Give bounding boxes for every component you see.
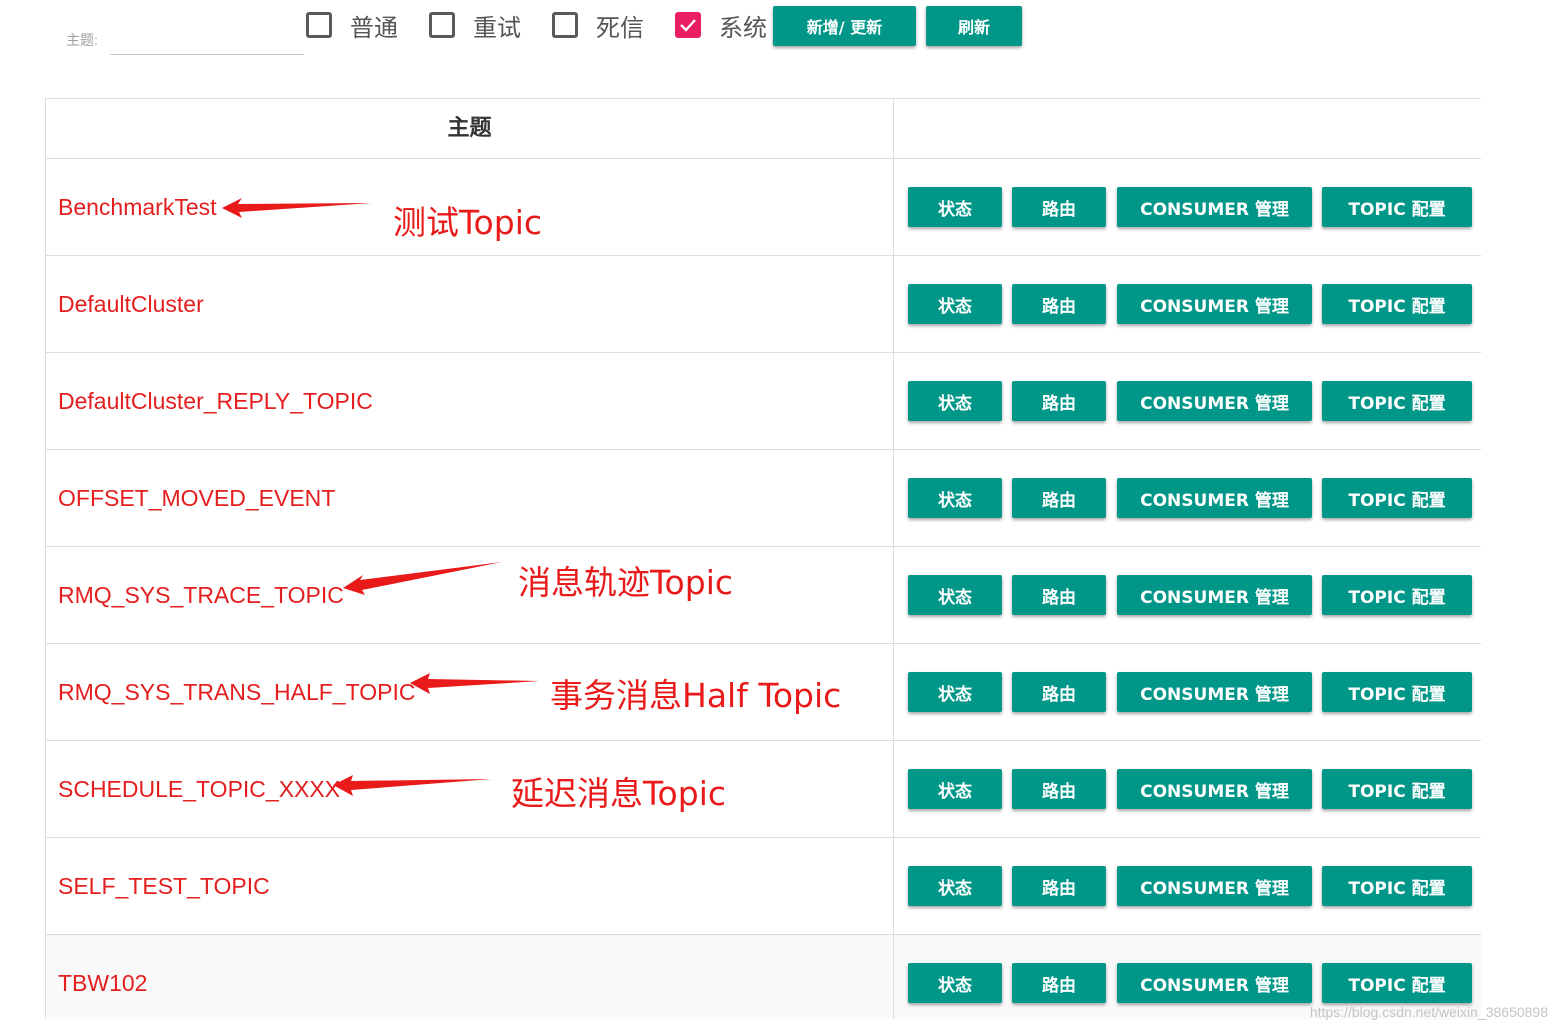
topic-name-link[interactable]: TBW102 <box>58 935 147 1019</box>
table-row: TBW102 状态 路由 CONSUMER 管理 TOPIC 配置 <box>46 935 1481 1019</box>
column-header-topic: 主题 <box>447 116 492 141</box>
table-header: 主题 <box>46 99 1481 159</box>
consumer-manage-button[interactable]: CONSUMER 管理 <box>1117 672 1312 712</box>
topic-config-button[interactable]: TOPIC 配置 <box>1322 866 1472 906</box>
route-button[interactable]: 路由 <box>1012 381 1106 421</box>
route-button[interactable]: 路由 <box>1012 866 1106 906</box>
checkbox-dead-letter-label: 死信 <box>596 13 644 42</box>
add-update-button[interactable]: 新增/ 更新 <box>773 6 916 46</box>
status-button[interactable]: 状态 <box>908 575 1002 615</box>
topic-name-link[interactable]: RMQ_SYS_TRACE_TOPIC <box>58 547 344 643</box>
column-header-actions <box>894 99 1481 158</box>
status-button[interactable]: 状态 <box>908 866 1002 906</box>
route-button[interactable]: 路由 <box>1012 963 1106 1003</box>
topic-name-link[interactable]: SCHEDULE_TOPIC_XXXX <box>58 741 340 837</box>
filter-toolbar: 主题: 普通 重试 死信 系统 新增/ 更新 刷新 <box>0 0 1556 80</box>
checkbox-system-label: 系统 <box>719 13 767 42</box>
consumer-manage-button[interactable]: CONSUMER 管理 <box>1117 381 1312 421</box>
checkbox-box[interactable] <box>552 12 578 38</box>
table-row: OFFSET_MOVED_EVENT 状态 路由 CONSUMER 管理 TOP… <box>46 450 1481 547</box>
table-row: SCHEDULE_TOPIC_XXXX 状态 路由 CONSUMER 管理 TO… <box>46 741 1481 838</box>
checkbox-box[interactable] <box>429 12 455 38</box>
watermark: https://blog.csdn.net/weixin_38650898 <box>1309 1004 1548 1020</box>
topic-name-link[interactable]: DefaultCluster_REPLY_TOPIC <box>58 353 373 449</box>
topic-name-link[interactable]: OFFSET_MOVED_EVENT <box>58 450 335 546</box>
table-row: RMQ_SYS_TRACE_TOPIC 状态 路由 CONSUMER 管理 TO… <box>46 547 1481 644</box>
consumer-manage-button[interactable]: CONSUMER 管理 <box>1117 866 1312 906</box>
checkmark-icon <box>680 19 696 32</box>
route-button[interactable]: 路由 <box>1012 478 1106 518</box>
table-row: RMQ_SYS_TRANS_HALF_TOPIC 状态 路由 CONSUMER … <box>46 644 1481 741</box>
consumer-manage-button[interactable]: CONSUMER 管理 <box>1117 575 1312 615</box>
consumer-manage-button[interactable]: CONSUMER 管理 <box>1117 187 1312 227</box>
table-row: SELF_TEST_TOPIC 状态 路由 CONSUMER 管理 TOPIC … <box>46 838 1481 935</box>
table-row: DefaultCluster_REPLY_TOPIC 状态 路由 CONSUME… <box>46 353 1481 450</box>
consumer-manage-button[interactable]: CONSUMER 管理 <box>1117 478 1312 518</box>
topic-filter-label: 主题: <box>66 32 98 48</box>
consumer-manage-button[interactable]: CONSUMER 管理 <box>1117 284 1312 324</box>
topic-config-button[interactable]: TOPIC 配置 <box>1322 284 1472 324</box>
status-button[interactable]: 状态 <box>908 284 1002 324</box>
status-button[interactable]: 状态 <box>908 769 1002 809</box>
checkbox-dead-letter[interactable]: 死信 <box>552 8 644 42</box>
topic-name-link[interactable]: BenchmarkTest <box>58 159 217 255</box>
topic-config-button[interactable]: TOPIC 配置 <box>1322 187 1472 227</box>
topic-config-button[interactable]: TOPIC 配置 <box>1322 963 1472 1003</box>
checkbox-normal[interactable]: 普通 <box>306 8 398 42</box>
table-row: DefaultCluster 状态 路由 CONSUMER 管理 TOPIC 配… <box>46 256 1481 353</box>
checkbox-retry[interactable]: 重试 <box>429 8 521 42</box>
topic-filter-input[interactable] <box>110 22 304 55</box>
topic-config-button[interactable]: TOPIC 配置 <box>1322 575 1472 615</box>
topic-config-button[interactable]: TOPIC 配置 <box>1322 769 1472 809</box>
topic-table: 主题 BenchmarkTest 状态 路由 CONSUMER 管理 TOPIC… <box>45 98 1481 1019</box>
topic-name-link[interactable]: RMQ_SYS_TRANS_HALF_TOPIC <box>58 644 415 740</box>
topic-config-button[interactable]: TOPIC 配置 <box>1322 478 1472 518</box>
column-divider <box>893 99 894 1019</box>
topic-name-link[interactable]: DefaultCluster <box>58 256 204 352</box>
consumer-manage-button[interactable]: CONSUMER 管理 <box>1117 963 1312 1003</box>
topic-config-button[interactable]: TOPIC 配置 <box>1322 672 1472 712</box>
status-button[interactable]: 状态 <box>908 672 1002 712</box>
route-button[interactable]: 路由 <box>1012 284 1106 324</box>
status-button[interactable]: 状态 <box>908 963 1002 1003</box>
checkbox-box[interactable] <box>306 12 332 38</box>
status-button[interactable]: 状态 <box>908 381 1002 421</box>
checkbox-normal-label: 普通 <box>350 13 398 42</box>
checkbox-box[interactable] <box>675 12 701 38</box>
table-row: BenchmarkTest 状态 路由 CONSUMER 管理 TOPIC 配置 <box>46 159 1481 256</box>
checkbox-retry-label: 重试 <box>473 13 521 42</box>
topic-config-button[interactable]: TOPIC 配置 <box>1322 381 1472 421</box>
refresh-button[interactable]: 刷新 <box>926 6 1022 46</box>
route-button[interactable]: 路由 <box>1012 672 1106 712</box>
consumer-manage-button[interactable]: CONSUMER 管理 <box>1117 769 1312 809</box>
route-button[interactable]: 路由 <box>1012 769 1106 809</box>
route-button[interactable]: 路由 <box>1012 187 1106 227</box>
status-button[interactable]: 状态 <box>908 478 1002 518</box>
route-button[interactable]: 路由 <box>1012 575 1106 615</box>
checkbox-system[interactable]: 系统 <box>675 8 767 42</box>
status-button[interactable]: 状态 <box>908 187 1002 227</box>
topic-name-link[interactable]: SELF_TEST_TOPIC <box>58 838 270 934</box>
